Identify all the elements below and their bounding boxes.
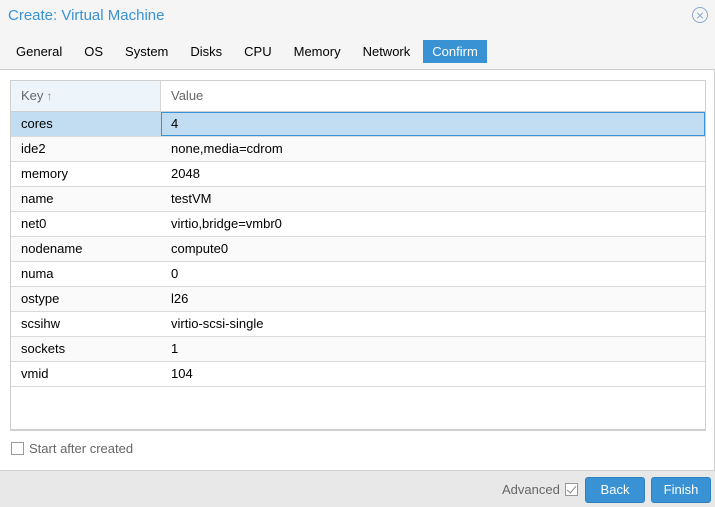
advanced-option[interactable]: Advanced (502, 482, 578, 497)
tab-memory[interactable]: Memory (285, 40, 350, 63)
table-row[interactable]: memory 2048 (11, 162, 705, 187)
start-after-created-label: Start after created (29, 441, 134, 456)
row-value: 0 (171, 266, 179, 281)
start-after-created-checkbox[interactable] (11, 442, 24, 455)
dialog-title: Create: Virtual Machine (8, 7, 165, 24)
column-header-key[interactable]: Key ↑ (11, 81, 161, 111)
close-icon[interactable] (692, 7, 708, 23)
row-key: cores (21, 116, 53, 131)
grid-header: Key ↑ Value (11, 81, 705, 112)
advanced-label: Advanced (502, 482, 560, 497)
table-row[interactable]: ide2 none,media=cdrom (11, 137, 705, 162)
column-header-key-label: Key (21, 88, 44, 103)
row-value: none,media=cdrom (171, 141, 283, 156)
row-value: virtio-scsi-single (171, 316, 264, 331)
row-key: nodename (21, 241, 83, 256)
grid-body: cores 4 ide2 none,media=cdrom memory 2048 name… (11, 112, 705, 387)
row-value: compute0 (171, 241, 229, 256)
row-key: sockets (21, 341, 66, 356)
sort-ascending-icon: ↑ (46, 89, 53, 103)
wizard-tabs: General OS System Disks CPU Memory Netwo… (7, 40, 491, 63)
row-key: name (21, 191, 54, 206)
row-key: numa (21, 266, 54, 281)
column-header-value[interactable]: Value (161, 81, 705, 111)
tab-os[interactable]: OS (75, 40, 112, 63)
row-value: virtio,bridge=vmbr0 (171, 216, 282, 231)
row-key: memory (21, 166, 68, 181)
row-key: vmid (21, 366, 49, 381)
row-value: 2048 (171, 166, 200, 181)
tab-confirm[interactable]: Confirm (423, 40, 487, 63)
table-row[interactable]: nodename compute0 (11, 237, 705, 262)
table-row[interactable]: vmid 104 (11, 362, 705, 387)
finish-button[interactable]: Finish (651, 477, 711, 503)
row-value: l26 (171, 291, 189, 306)
row-value: 1 (171, 341, 179, 356)
dialog-header: Create: Virtual Machine General OS Syste… (0, 0, 715, 70)
back-button[interactable]: Back (585, 477, 645, 503)
tab-general[interactable]: General (7, 40, 71, 63)
confirm-grid: Key ↑ Value cores 4 ide2 none,media=cdrom mem… (10, 80, 706, 431)
table-row[interactable]: name testVM (11, 187, 705, 212)
row-key: ostype (21, 291, 60, 306)
tab-system[interactable]: System (116, 40, 177, 63)
table-row[interactable]: sockets 1 (11, 337, 705, 362)
row-value: testVM (171, 191, 212, 206)
row-value: 4 (161, 112, 705, 136)
create-vm-dialog: Create: Virtual Machine General OS Syste… (0, 0, 715, 507)
advanced-checkbox[interactable] (564, 483, 578, 496)
tab-disks[interactable]: Disks (181, 40, 231, 63)
row-key: net0 (21, 216, 47, 231)
table-row[interactable]: numa 0 (11, 262, 705, 287)
dialog-footer: Advanced Back Finish (0, 470, 715, 507)
table-row[interactable]: net0 virtio,bridge=vmbr0 (11, 212, 705, 237)
table-row[interactable]: cores 4 (11, 112, 705, 137)
tab-network[interactable]: Network (354, 40, 420, 63)
table-row[interactable]: scsihw virtio-scsi-single (11, 312, 705, 337)
start-after-created-option[interactable]: Start after created (11, 441, 133, 456)
tab-cpu[interactable]: CPU (235, 40, 280, 63)
row-value: 104 (171, 366, 193, 381)
table-row[interactable]: ostype l26 (11, 287, 705, 312)
row-key: scsihw (21, 316, 61, 331)
row-key: ide2 (21, 141, 46, 156)
